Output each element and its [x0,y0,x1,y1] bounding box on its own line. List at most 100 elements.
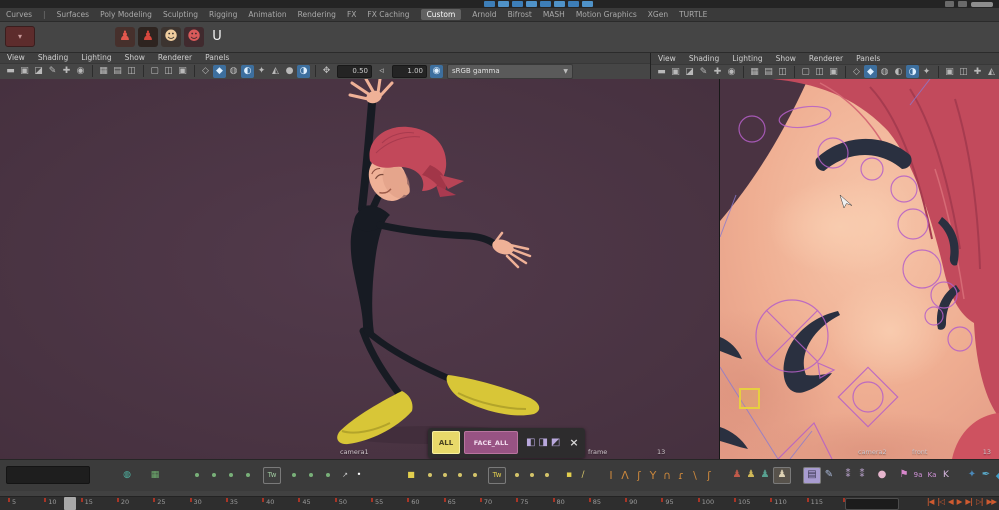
shelf-tab-poly-modeling[interactable]: Poly Modeling [100,10,152,19]
shelf-tab-animation[interactable]: Animation [248,10,286,19]
film-gate-icon[interactable]: ▤ [762,65,775,78]
gate-mask-icon[interactable]: ▢ [799,65,812,78]
make-live-icon[interactable] [540,1,551,7]
safe-title-icon[interactable]: ▣ [827,65,840,78]
all-button[interactable]: ALL [432,431,460,454]
panel-menu-shading[interactable]: Shading [689,54,719,63]
shelf-tab-sculpting[interactable]: Sculpting [163,10,198,19]
grease-pencil-icon[interactable]: ✎ [697,65,710,78]
joints-icon[interactable]: ✚ [971,65,984,78]
jack-icon[interactable]: ✦ [966,468,978,483]
yellow-tw-icon[interactable]: Tw [488,466,506,484]
command-line-input[interactable] [6,466,90,485]
snap-grid-icon[interactable] [484,1,495,7]
snap-point-icon[interactable] [512,1,523,7]
paste-pose-icon[interactable]: ◨ [538,437,547,448]
sync-icon[interactable]: ◍ [121,468,133,483]
gate-mask-icon[interactable]: ▢ [148,65,161,78]
tangent-auto-icon[interactable]: \ [689,468,701,483]
green-tw-icon[interactable]: Tw [263,466,281,484]
figure-teal-icon[interactable]: ♟ [759,468,771,483]
shelf-tab-turtle[interactable]: TURTLE [679,10,707,19]
shelf-tab-bifrost[interactable]: Bifrost [508,10,532,19]
panel-toggle-icon[interactable] [945,1,954,7]
lights-icon[interactable]: ◐ [892,65,905,78]
field-chart-icon[interactable]: ◫ [162,65,175,78]
panel-menu-view[interactable]: View [658,54,676,63]
textured-icon[interactable]: ◍ [878,65,891,78]
pen-icon[interactable]: ∕ [577,468,589,483]
selected-control-square[interactable] [739,387,760,409]
mini-dot-icon[interactable] [246,473,250,478]
cursor-icon[interactable]: K [940,468,952,483]
axis-icon[interactable]: ✚ [60,65,73,78]
shaded-icon[interactable]: ◆ [864,65,877,78]
character-rig-dark-icon[interactable]: ♟ [138,26,158,47]
textured-icon[interactable]: ◍ [227,65,240,78]
render-icon[interactable] [568,1,579,7]
film-gate-icon[interactable]: ▤ [111,65,124,78]
step-back-button[interactable]: ◀ [948,497,954,506]
close-icon[interactable]: × [569,436,578,449]
panel-menu-panels[interactable]: Panels [856,54,880,63]
shelf-tab-custom[interactable]: Custom [420,9,462,21]
bubble-icon[interactable]: ▤ [803,466,821,484]
yellow-key-icon[interactable]: ■ [405,468,417,483]
grease-pencil-icon[interactable]: ✎ [46,65,59,78]
current-frame-indicator[interactable] [64,496,77,510]
figure-yellow-icon[interactable]: ♟ [745,468,757,483]
bookmark-icon[interactable]: ◪ [32,65,45,78]
res-gate-icon[interactable]: ◫ [776,65,789,78]
lock-camera-icon[interactable]: ▬ [655,65,668,78]
camera-attrs-icon[interactable]: ▣ [669,65,682,78]
wireframe-icon[interactable]: ◇ [850,65,863,78]
mini-dot-icon[interactable] [473,473,477,478]
face-viewport[interactable]: camera2 front 13 [720,78,999,459]
lights-icon[interactable]: ◐ [241,64,254,78]
xray-icon[interactable]: ◫ [957,65,970,78]
duo-a-icon[interactable]: ⁑ [842,468,854,483]
glyph-9a-icon[interactable]: 9a [912,468,924,483]
figure-boxed-icon[interactable]: ♟ [773,466,791,484]
mini-dot-icon[interactable] [515,473,519,478]
mirror-pose-icon[interactable]: ◩ [551,437,560,448]
layout-icon[interactable] [958,1,967,7]
history-icon[interactable] [554,1,565,7]
tangent-clamped-icon[interactable]: Y [647,468,659,483]
shelf-menu-icon[interactable]: ▾ [5,26,35,48]
panel-menu-lighting[interactable]: Lighting [81,53,111,62]
panel-menu-renderer[interactable]: Renderer [158,53,192,62]
shelf-tab-mash[interactable]: MASH [543,10,565,19]
gamma-field[interactable]: 1.00 [392,64,427,78]
snap-curve-icon[interactable] [498,1,509,7]
tangent-spline-icon[interactable]: ʃ [633,468,645,483]
camera-attrs-icon[interactable]: ▣ [18,65,31,78]
shelf-tab-fx-caching[interactable]: FX Caching [367,10,409,19]
exposure-icon[interactable]: ✥ [320,65,333,78]
workspace-pill-icon[interactable] [971,1,993,7]
shadows-icon[interactable]: ✦ [920,65,933,78]
tangent-plateau-icon[interactable]: ɾ [675,468,687,483]
copy-pose-icon[interactable]: ◧ [526,437,535,448]
snap-plane-icon[interactable] [526,1,537,7]
shadows-icon[interactable]: ✦ [255,65,268,78]
shaded-icon[interactable]: ◆ [213,64,226,78]
ao-icon[interactable]: ◭ [269,65,282,78]
arrow-icon[interactable]: ↗ [339,468,351,483]
mini-dot-icon[interactable] [212,473,216,478]
lock-camera-icon[interactable]: ▬ [4,65,17,78]
step-forward-button[interactable]: ▶| [965,497,972,506]
tangent-fixed-icon[interactable]: ʃ [703,468,715,483]
gamma-icon[interactable]: ◃ [375,65,388,78]
mini-dot-icon[interactable] [229,473,233,478]
face-red-icon[interactable]: ☻ [184,26,204,47]
multisample-icon[interactable]: ◑ [297,64,310,78]
yellow-square-icon[interactable]: ▪ [563,468,575,483]
res-gate-icon[interactable]: ◫ [125,65,138,78]
shelf-tab-curves[interactable]: Curves [6,10,32,19]
mini-dot-icon[interactable] [428,473,432,478]
diamond-icon[interactable]: ◆ [994,468,999,483]
glyph-ka-icon[interactable]: Ka [926,468,938,483]
mini-dot-icon[interactable] [545,473,549,478]
isolate-icon[interactable]: ▣ [943,65,956,78]
